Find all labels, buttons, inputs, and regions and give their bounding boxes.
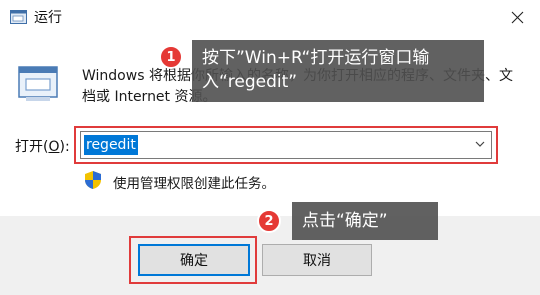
admin-privilege-note: 使用管理权限创建此任务。 [113, 176, 275, 192]
shield-icon [84, 170, 102, 190]
run-app-icon [10, 9, 27, 24]
title-bar: 运行 [0, 0, 540, 34]
window-title: 运行 [34, 10, 62, 26]
callout-step-1: 按下”Win+R“打开运行窗口输入“regedit” [192, 40, 484, 102]
run-program-icon [18, 66, 58, 102]
cancel-button[interactable]: 取消 [262, 244, 372, 276]
step-badge-1: 1 [159, 45, 183, 69]
callout-step-2: 点击“确定” [292, 202, 438, 240]
step-badge-2: 2 [257, 209, 281, 233]
input-highlight-frame [74, 126, 498, 164]
open-label: 打开(O): [15, 139, 70, 155]
close-icon [511, 11, 524, 24]
close-button[interactable] [496, 0, 540, 34]
ok-highlight-frame [129, 236, 257, 284]
